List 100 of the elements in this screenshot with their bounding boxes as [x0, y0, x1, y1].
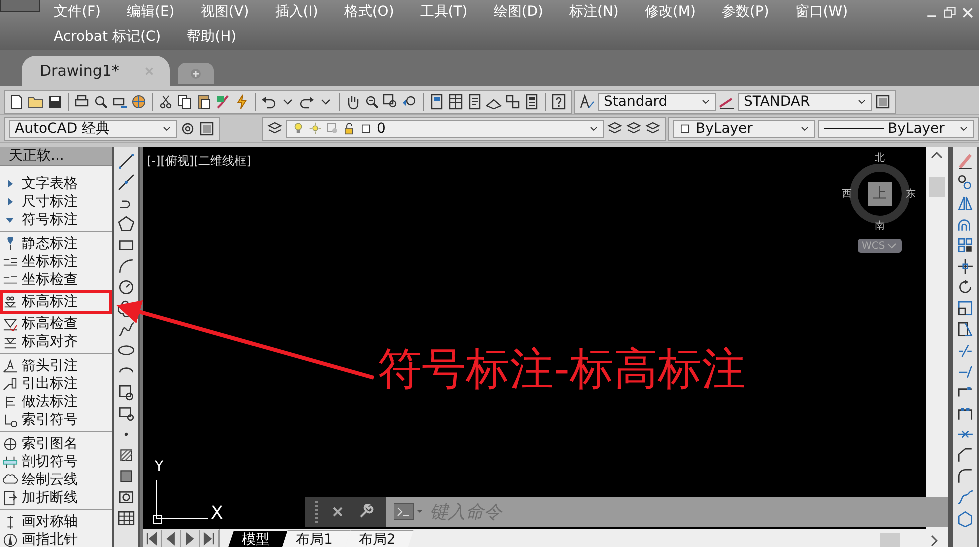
- hatch-icon[interactable]: [118, 447, 134, 464]
- table-icon[interactable]: [118, 510, 134, 527]
- menu-item[interactable]: 编辑(E): [126, 3, 175, 21]
- menu-item[interactable]: 视图(V): [200, 3, 250, 21]
- palette-item[interactable]: 标高对齐: [0, 333, 112, 351]
- viewport-controls[interactable]: [-][俯视][二维线框]: [147, 153, 252, 170]
- spline-icon[interactable]: [118, 321, 134, 338]
- copy-objects-icon[interactable]: [956, 174, 974, 191]
- menu-item[interactable]: 帮助(H): [187, 28, 237, 46]
- globe-icon[interactable]: [131, 94, 147, 110]
- array-icon[interactable]: [956, 237, 974, 254]
- sun-icon[interactable]: [309, 122, 322, 135]
- rotate-icon[interactable]: [956, 279, 974, 296]
- menu-item[interactable]: 插入(I): [275, 3, 318, 21]
- region-icon[interactable]: [118, 489, 134, 506]
- zoom-icon[interactable]: [364, 94, 380, 110]
- line-icon[interactable]: [118, 153, 134, 170]
- save-icon[interactable]: [47, 94, 63, 110]
- lightbulb-icon[interactable]: [292, 122, 305, 135]
- text-style-dropdown[interactable]: Standard: [598, 92, 716, 110]
- join-icon[interactable]: [956, 405, 974, 422]
- clipboard-icon[interactable]: [196, 94, 212, 110]
- menu-item[interactable]: 格式(O): [344, 3, 394, 21]
- pages-icon[interactable]: [177, 94, 193, 110]
- close-icon[interactable]: [961, 6, 975, 20]
- menu-item[interactable]: 工具(T): [420, 3, 468, 21]
- palette-category[interactable]: 文字表格: [0, 175, 112, 193]
- scissors-icon[interactable]: [158, 94, 174, 110]
- palette-item[interactable]: 坐标标注: [0, 253, 112, 271]
- sheet-icon[interactable]: [467, 94, 483, 110]
- workspace-dropdown[interactable]: AutoCAD 经典: [9, 120, 177, 138]
- layer-dropdown[interactable]: 0: [286, 120, 604, 138]
- menu-item[interactable]: 修改(M): [644, 3, 696, 21]
- menu-item[interactable]: 文件(F): [54, 3, 101, 21]
- layers-icon[interactable]: [626, 120, 642, 136]
- move-icon[interactable]: [956, 258, 974, 275]
- palette-item[interactable]: 索引符号: [0, 411, 112, 429]
- palette-item[interactable]: 画指北针: [0, 531, 112, 547]
- block-icon[interactable]: [118, 405, 134, 422]
- palette-item[interactable]: 坐标检查: [0, 271, 112, 289]
- restore-icon[interactable]: [943, 6, 957, 20]
- scrollbar-thumb[interactable]: [929, 177, 945, 197]
- chamfer-icon[interactable]: [956, 447, 974, 464]
- blend-curves-icon[interactable]: [956, 489, 974, 506]
- palette-item[interactable]: 剖切符号: [0, 453, 112, 471]
- dimension-style-dropdown[interactable]: STANDAR: [738, 92, 872, 110]
- command-prompt-icon[interactable]: [394, 503, 424, 521]
- padlock-icon[interactable]: [343, 122, 356, 135]
- layout-tab[interactable]: 布局1: [282, 530, 351, 547]
- menu-item[interactable]: 标注(N): [570, 3, 619, 21]
- scroll-up-icon[interactable]: [931, 151, 943, 159]
- help-icon[interactable]: [551, 94, 567, 110]
- palette-item[interactable]: 箭头引注: [0, 357, 112, 375]
- color-swatch-icon[interactable]: [360, 122, 373, 135]
- palette-title[interactable]: 天正软...: [0, 147, 112, 166]
- brush-icon[interactable]: [215, 94, 231, 110]
- stretch-icon[interactable]: [956, 321, 974, 338]
- collapse-triangle-icon[interactable]: [6, 216, 14, 224]
- circle-icon[interactable]: [118, 279, 134, 296]
- linetype-dropdown[interactable]: ByLayer: [818, 120, 974, 138]
- scale-icon[interactable]: [956, 300, 974, 317]
- grip-handle[interactable]: [315, 501, 318, 523]
- palette-item[interactable]: 加折断线: [0, 489, 112, 507]
- zoom-window-icon[interactable]: [383, 94, 399, 110]
- polygon-icon[interactable]: [118, 216, 134, 233]
- mirror-icon[interactable]: [956, 195, 974, 212]
- color-swatch-icon[interactable]: [679, 122, 692, 135]
- menu-item[interactable]: 绘图(D): [494, 3, 544, 21]
- printer-icon[interactable]: [74, 94, 90, 110]
- grid-icon[interactable]: [448, 94, 464, 110]
- palette-item[interactable]: 引出标注: [0, 375, 112, 393]
- layers-icon[interactable]: [645, 120, 661, 136]
- trim-icon[interactable]: [956, 342, 974, 359]
- palette-category[interactable]: 尺寸标注: [0, 193, 112, 211]
- explode-icon[interactable]: [956, 510, 974, 527]
- toolbar-icon[interactable]: [875, 94, 891, 110]
- palette-category[interactable]: 符号标注: [0, 211, 112, 229]
- color-dropdown[interactable]: ByLayer: [673, 120, 815, 138]
- layers-icon[interactable]: [607, 120, 623, 136]
- extend-icon[interactable]: [956, 363, 974, 380]
- document-icon[interactable]: [9, 94, 25, 110]
- layout-tab[interactable]: 布局2: [344, 530, 414, 547]
- text-style-icon[interactable]: [579, 94, 595, 110]
- gradient-icon[interactable]: [118, 468, 134, 485]
- palette-item[interactable]: 标高检查: [0, 315, 112, 333]
- palette-item[interactable]: 绘制云线: [0, 471, 112, 489]
- document-tab[interactable]: Drawing1*: [22, 56, 170, 86]
- palette-item[interactable]: 画对称轴: [0, 513, 112, 531]
- layout-tab[interactable]: 模型: [228, 531, 288, 547]
- insert-block-icon[interactable]: [118, 384, 134, 401]
- scroll-right-icon[interactable]: [930, 535, 938, 547]
- blocks-icon[interactable]: [505, 94, 521, 110]
- fillet-icon[interactable]: [956, 468, 974, 485]
- palette-item[interactable]: 索引图名: [0, 435, 112, 453]
- magnifier-icon[interactable]: [93, 94, 109, 110]
- palette-item[interactable]: 做法标注: [0, 393, 112, 411]
- settings-icon[interactable]: [180, 120, 196, 136]
- expand-triangle-icon[interactable]: [6, 180, 14, 188]
- menu-item[interactable]: 参数(P): [722, 3, 770, 21]
- arc-icon[interactable]: [118, 258, 134, 275]
